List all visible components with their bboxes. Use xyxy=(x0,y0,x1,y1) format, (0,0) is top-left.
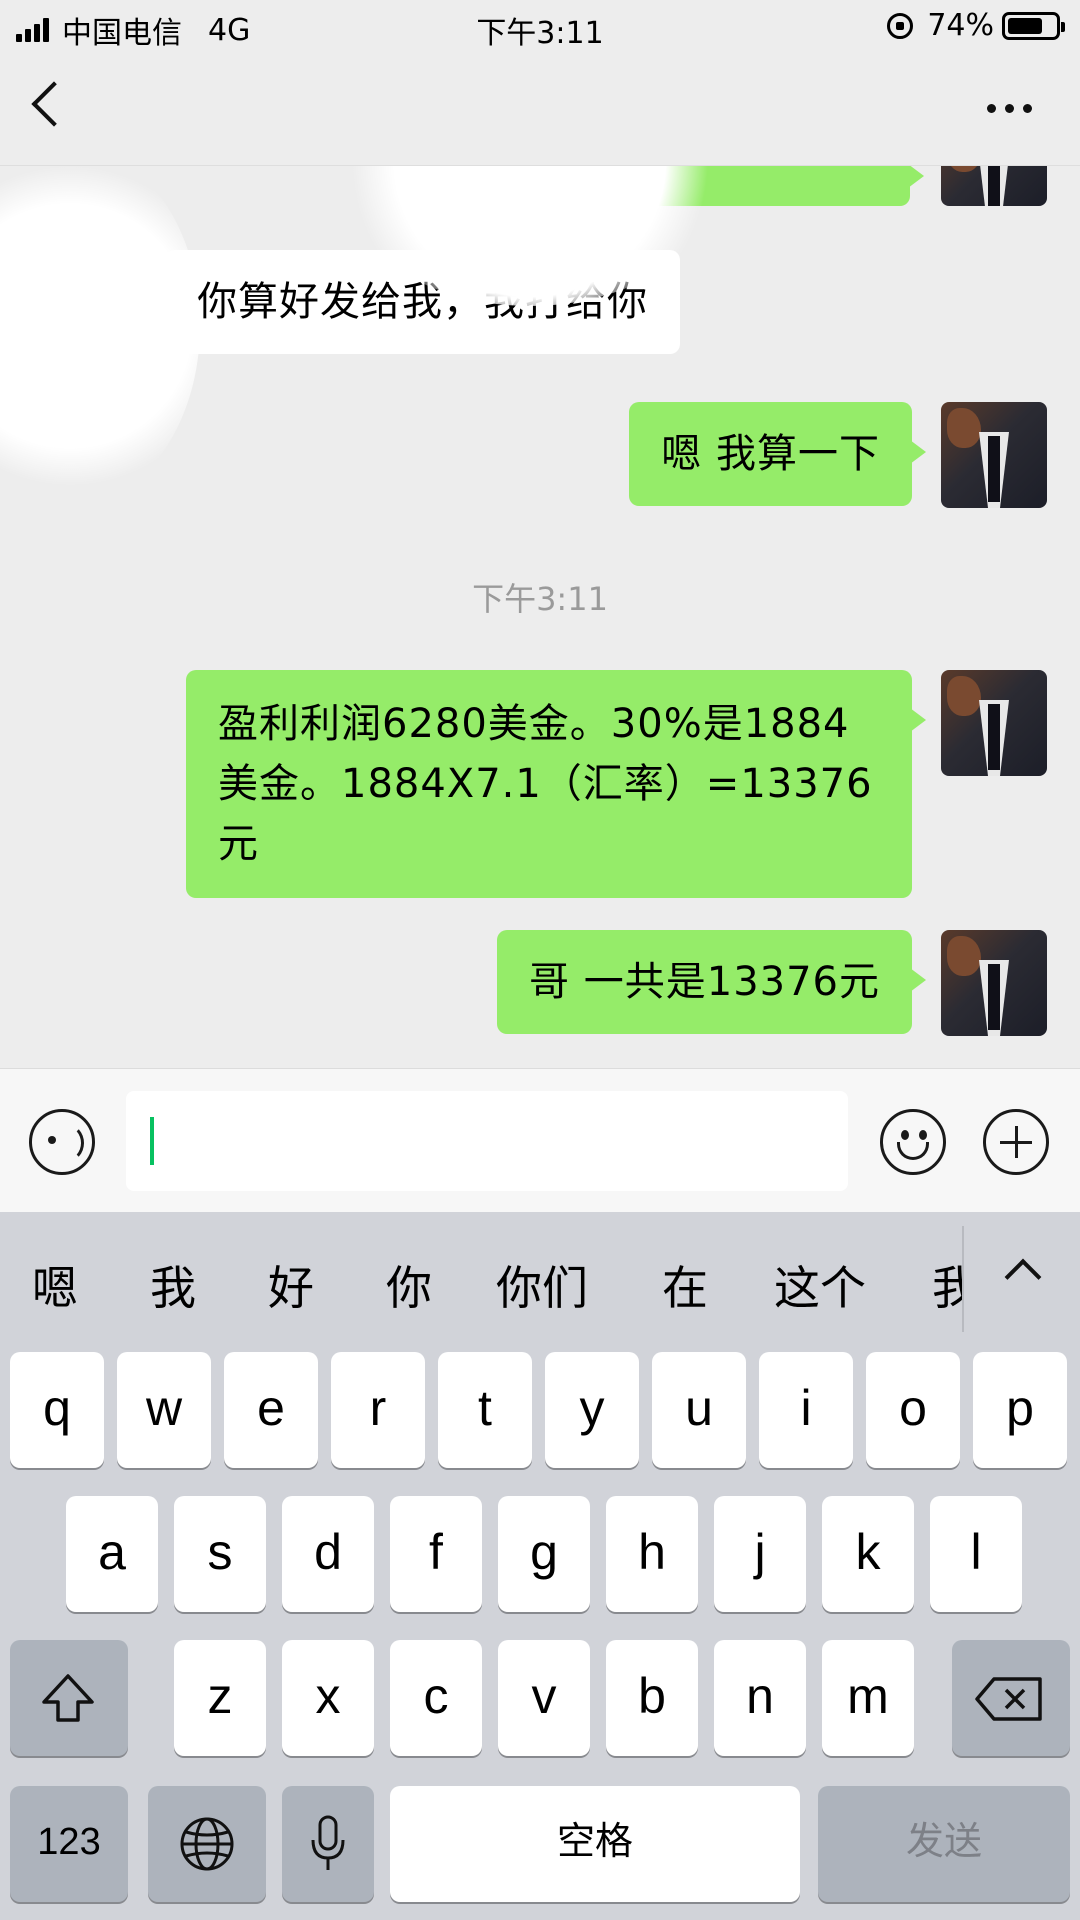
backspace-icon xyxy=(975,1677,1042,1721)
globe-key[interactable] xyxy=(148,1786,266,1902)
key-j[interactable]: j xyxy=(714,1496,806,1612)
status-right: 74% xyxy=(887,8,1065,43)
plus-icon[interactable] xyxy=(983,1109,1049,1175)
chat-header xyxy=(0,52,1080,166)
numbers-key[interactable]: 123 xyxy=(10,1786,128,1902)
key-y[interactable]: y xyxy=(545,1352,639,1468)
candidate-word[interactable]: 你 xyxy=(386,1252,432,1318)
chevron-up-icon[interactable] xyxy=(1004,1258,1042,1296)
key-f[interactable]: f xyxy=(390,1496,482,1612)
key-g[interactable]: g xyxy=(498,1496,590,1612)
candidate-word[interactable]: 我 xyxy=(932,1252,962,1318)
send-key[interactable]: 发送 xyxy=(818,1786,1070,1902)
message-bubble-outgoing[interactable]: 盈利利润6280美金。30%是1884美金。1884X7.1（汇率）=13376… xyxy=(186,670,926,898)
key-i[interactable]: i xyxy=(759,1352,853,1468)
orientation-lock-icon xyxy=(887,12,914,39)
status-bar: 中国电信 4G 下午3:11 74% xyxy=(0,0,1080,52)
candidate-word[interactable]: 我 xyxy=(150,1252,196,1318)
text-caret xyxy=(150,1117,154,1165)
key-m[interactable]: m xyxy=(822,1640,914,1756)
key-h[interactable]: h xyxy=(606,1496,698,1612)
key-c[interactable]: c xyxy=(390,1640,482,1756)
my-avatar[interactable] xyxy=(941,670,1047,776)
dictation-key[interactable] xyxy=(282,1786,374,1902)
key-k[interactable]: k xyxy=(822,1496,914,1612)
message-bubble-outgoing[interactable]: 哥 一共是13376元 xyxy=(497,930,926,1034)
key-b[interactable]: b xyxy=(606,1640,698,1756)
backspace-key[interactable] xyxy=(952,1640,1070,1756)
message-text: 盈利利润6280美金。30%是1884美金。1884X7.1（汇率）=13376… xyxy=(218,701,873,867)
my-avatar[interactable] xyxy=(941,930,1047,1036)
globe-icon xyxy=(180,1817,234,1871)
key-v[interactable]: v xyxy=(498,1640,590,1756)
key-o[interactable]: o xyxy=(866,1352,960,1468)
message-list[interactable]: 你算好发给我，我打给你 嗯 我算一下 下午3:11 盈利利润6280美金。30%… xyxy=(0,166,1080,1068)
key-q[interactable]: q xyxy=(10,1352,104,1468)
battery-icon xyxy=(1002,11,1065,40)
battery-percent: 74% xyxy=(927,8,994,43)
more-dots-icon[interactable] xyxy=(978,104,1032,113)
key-x[interactable]: x xyxy=(282,1640,374,1756)
key-p[interactable]: p xyxy=(973,1352,1067,1468)
key-e[interactable]: e xyxy=(224,1352,318,1468)
key-s[interactable]: s xyxy=(174,1496,266,1612)
candidate-word[interactable]: 在 xyxy=(662,1252,708,1318)
space-key[interactable]: 空格 xyxy=(390,1786,800,1902)
candidate-word[interactable]: 你们 xyxy=(496,1252,588,1318)
key-r[interactable]: r xyxy=(331,1352,425,1468)
candidate-bar: 嗯 我 好 你 你们 在 这个 我 xyxy=(0,1212,1080,1348)
candidate-separator xyxy=(962,1226,964,1332)
key-a[interactable]: a xyxy=(66,1496,158,1612)
battery-fill xyxy=(1008,17,1043,34)
key-z[interactable]: z xyxy=(174,1640,266,1756)
keyboard: 嗯 我 好 你 你们 在 这个 我 q w e r t y u i o p a … xyxy=(0,1212,1080,1920)
message-bubble-outgoing[interactable]: 嗯 我算一下 xyxy=(629,402,926,506)
shift-key[interactable] xyxy=(10,1640,128,1756)
input-bar xyxy=(0,1068,1080,1212)
message-text: 哥 一共是13376元 xyxy=(529,959,880,1005)
key-l[interactable]: l xyxy=(930,1496,1022,1612)
shift-icon xyxy=(42,1674,94,1722)
voice-icon[interactable] xyxy=(29,1109,95,1175)
key-u[interactable]: u xyxy=(652,1352,746,1468)
key-w[interactable]: w xyxy=(117,1352,211,1468)
key-n[interactable]: n xyxy=(714,1640,806,1756)
candidate-word[interactable]: 好 xyxy=(268,1252,314,1318)
message-input[interactable] xyxy=(126,1091,848,1191)
key-t[interactable]: t xyxy=(438,1352,532,1468)
privacy-blur xyxy=(0,166,200,506)
candidate-word[interactable]: 嗯 xyxy=(32,1252,78,1318)
emoji-icon[interactable] xyxy=(880,1109,946,1175)
my-avatar[interactable] xyxy=(941,166,1047,206)
my-avatar[interactable] xyxy=(941,402,1047,508)
candidate-word[interactable]: 这个 xyxy=(774,1252,866,1318)
back-chevron-icon[interactable] xyxy=(31,81,77,127)
message-text: 嗯 我算一下 xyxy=(661,431,880,477)
key-d[interactable]: d xyxy=(282,1496,374,1612)
message-timestamp: 下午3:11 xyxy=(472,580,608,618)
microphone-icon xyxy=(311,1815,345,1870)
